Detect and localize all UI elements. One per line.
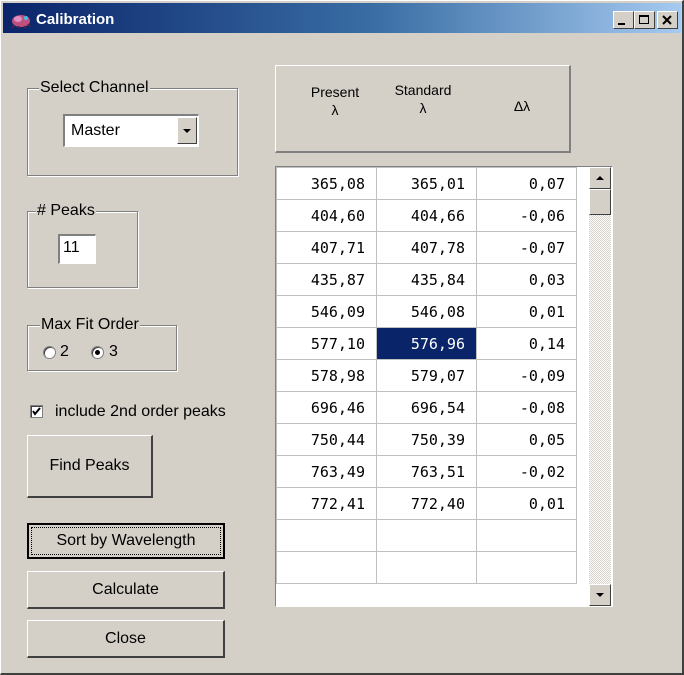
- table-cell[interactable]: 0,03: [476, 263, 577, 296]
- calculate-button[interactable]: Calculate: [27, 571, 225, 609]
- table-cell[interactable]: 763,51: [376, 455, 477, 488]
- table-cell[interactable]: [276, 519, 377, 552]
- table-cell[interactable]: 435,84: [376, 263, 477, 296]
- table-cell[interactable]: 546,08: [376, 295, 477, 328]
- window-title: Calibration: [36, 11, 115, 28]
- table-header: Present λ Standard λ Δλ: [275, 65, 571, 153]
- table-row: 578,98 579,07 -0,09: [276, 359, 577, 392]
- table-row: 772,41 772,40 0,01: [276, 487, 577, 520]
- title-bar[interactable]: Calibration: [3, 3, 681, 33]
- table-cell[interactable]: 0,01: [476, 295, 577, 328]
- table-cell[interactable]: 696,54: [376, 391, 477, 424]
- table-cell[interactable]: 0,14: [476, 327, 577, 360]
- table-row: 546,09 546,08 0,01: [276, 295, 577, 328]
- header-present-bottom: λ: [331, 102, 339, 118]
- find-peaks-button[interactable]: Find Peaks: [27, 435, 153, 498]
- app-icon: [11, 12, 31, 28]
- table-cell[interactable]: 772,40: [376, 487, 477, 520]
- table-cell[interactable]: -0,06: [476, 199, 577, 232]
- table-cell[interactable]: 0,01: [476, 487, 577, 520]
- table-cell[interactable]: 763,49: [276, 455, 377, 488]
- fit-order-2-label: 2: [60, 343, 69, 360]
- table-row: 763,49 763,51 -0,02: [276, 455, 577, 488]
- table-cell[interactable]: 577,10: [276, 327, 377, 360]
- header-present-top: Present: [310, 84, 360, 100]
- calibration-grid[interactable]: 365,08 365,01 0,07 404,60 404,66 -0,06 407,71 4…: [275, 166, 613, 607]
- table-cell[interactable]: -0,02: [476, 455, 577, 488]
- peaks-label: # Peaks: [36, 202, 96, 220]
- calibration-window: Calibration Select Channel Master # Peak…: [0, 0, 684, 675]
- include-2nd-order-label: include 2nd order peaks: [55, 403, 226, 420]
- table-row: 407,71 407,78 -0,07: [276, 231, 577, 264]
- checkmark-icon: [32, 407, 41, 416]
- table-cell[interactable]: 579,07: [376, 359, 477, 392]
- table-cell[interactable]: 576,96: [376, 327, 477, 360]
- table-row: 435,87 435,84 0,03: [276, 263, 577, 296]
- peaks-input[interactable]: 11: [58, 234, 96, 264]
- close-window-button[interactable]: [657, 11, 678, 29]
- chevron-down-icon: [183, 129, 191, 133]
- channel-select-value: Master: [71, 122, 120, 139]
- table-cell[interactable]: 365,08: [276, 167, 377, 200]
- calibration-table: 365,08 365,01 0,07 404,60 404,66 -0,06 407,71 4…: [276, 167, 577, 584]
- close-button[interactable]: Close: [27, 620, 225, 658]
- close-icon: [662, 15, 672, 25]
- select-channel-label: Select Channel: [39, 79, 150, 97]
- minimize-icon: [618, 23, 625, 25]
- table-row: [276, 519, 577, 552]
- table-row: 577,10 576,96 0,14: [276, 327, 577, 360]
- header-delta-label: Δλ: [513, 98, 531, 114]
- table-cell[interactable]: 404,66: [376, 199, 477, 232]
- table-cell[interactable]: -0,08: [476, 391, 577, 424]
- table-cell[interactable]: -0,07: [476, 231, 577, 264]
- maximize-icon: [639, 15, 649, 24]
- table-cell[interactable]: 404,60: [276, 199, 377, 232]
- table-cell[interactable]: 546,09: [276, 295, 377, 328]
- table-cell[interactable]: [476, 551, 577, 584]
- table-cell[interactable]: 0,07: [476, 167, 577, 200]
- table-row: 750,44 750,39 0,05: [276, 423, 577, 456]
- table-row: 365,08 365,01 0,07: [276, 167, 577, 200]
- table-cell[interactable]: 578,98: [276, 359, 377, 392]
- table-row: 696,46 696,54 -0,08: [276, 391, 577, 424]
- max-fit-order-label: Max Fit Order: [40, 316, 140, 334]
- table-cell[interactable]: 435,87: [276, 263, 377, 296]
- arrow-up-icon: [596, 176, 604, 180]
- table-cell[interactable]: 750,44: [276, 423, 377, 456]
- table-cell[interactable]: 365,01: [376, 167, 477, 200]
- header-standard: Standard λ: [378, 66, 468, 167]
- header-standard-top: Standard: [394, 82, 452, 98]
- fit-order-3-radio[interactable]: [91, 346, 104, 359]
- sort-by-wavelength-button[interactable]: Sort by Wavelength: [27, 523, 225, 559]
- table-row: 404,60 404,66 -0,06: [276, 199, 577, 232]
- table-cell[interactable]: [376, 551, 477, 584]
- scroll-down-button[interactable]: [589, 584, 611, 606]
- table-cell[interactable]: 750,39: [376, 423, 477, 456]
- table-row: [276, 551, 577, 584]
- table-cell[interactable]: [476, 519, 577, 552]
- table-cell[interactable]: [276, 551, 377, 584]
- table-cell[interactable]: 0,05: [476, 423, 577, 456]
- channel-dropdown-button[interactable]: [177, 117, 197, 144]
- table-cell[interactable]: 407,71: [276, 231, 377, 264]
- table-cell[interactable]: 772,41: [276, 487, 377, 520]
- fit-order-2-radio[interactable]: [43, 346, 56, 359]
- header-standard-bottom: λ: [419, 100, 427, 116]
- table-cell[interactable]: -0,09: [476, 359, 577, 392]
- fit-order-3-label: 3: [109, 343, 118, 360]
- arrow-down-icon: [596, 593, 604, 597]
- include-2nd-order-checkbox[interactable]: [30, 405, 43, 418]
- minimize-button[interactable]: [613, 11, 634, 29]
- maximize-button[interactable]: [634, 11, 655, 29]
- table-cell[interactable]: 407,78: [376, 231, 477, 264]
- focus-indicator: [31, 527, 221, 555]
- scroll-thumb[interactable]: [589, 189, 611, 215]
- table-cell[interactable]: 696,46: [276, 391, 377, 424]
- vertical-scrollbar[interactable]: [589, 167, 611, 606]
- table-cell[interactable]: [376, 519, 477, 552]
- scroll-up-button[interactable]: [589, 167, 611, 189]
- channel-select[interactable]: Master: [63, 114, 199, 147]
- header-present: Present λ: [290, 66, 380, 169]
